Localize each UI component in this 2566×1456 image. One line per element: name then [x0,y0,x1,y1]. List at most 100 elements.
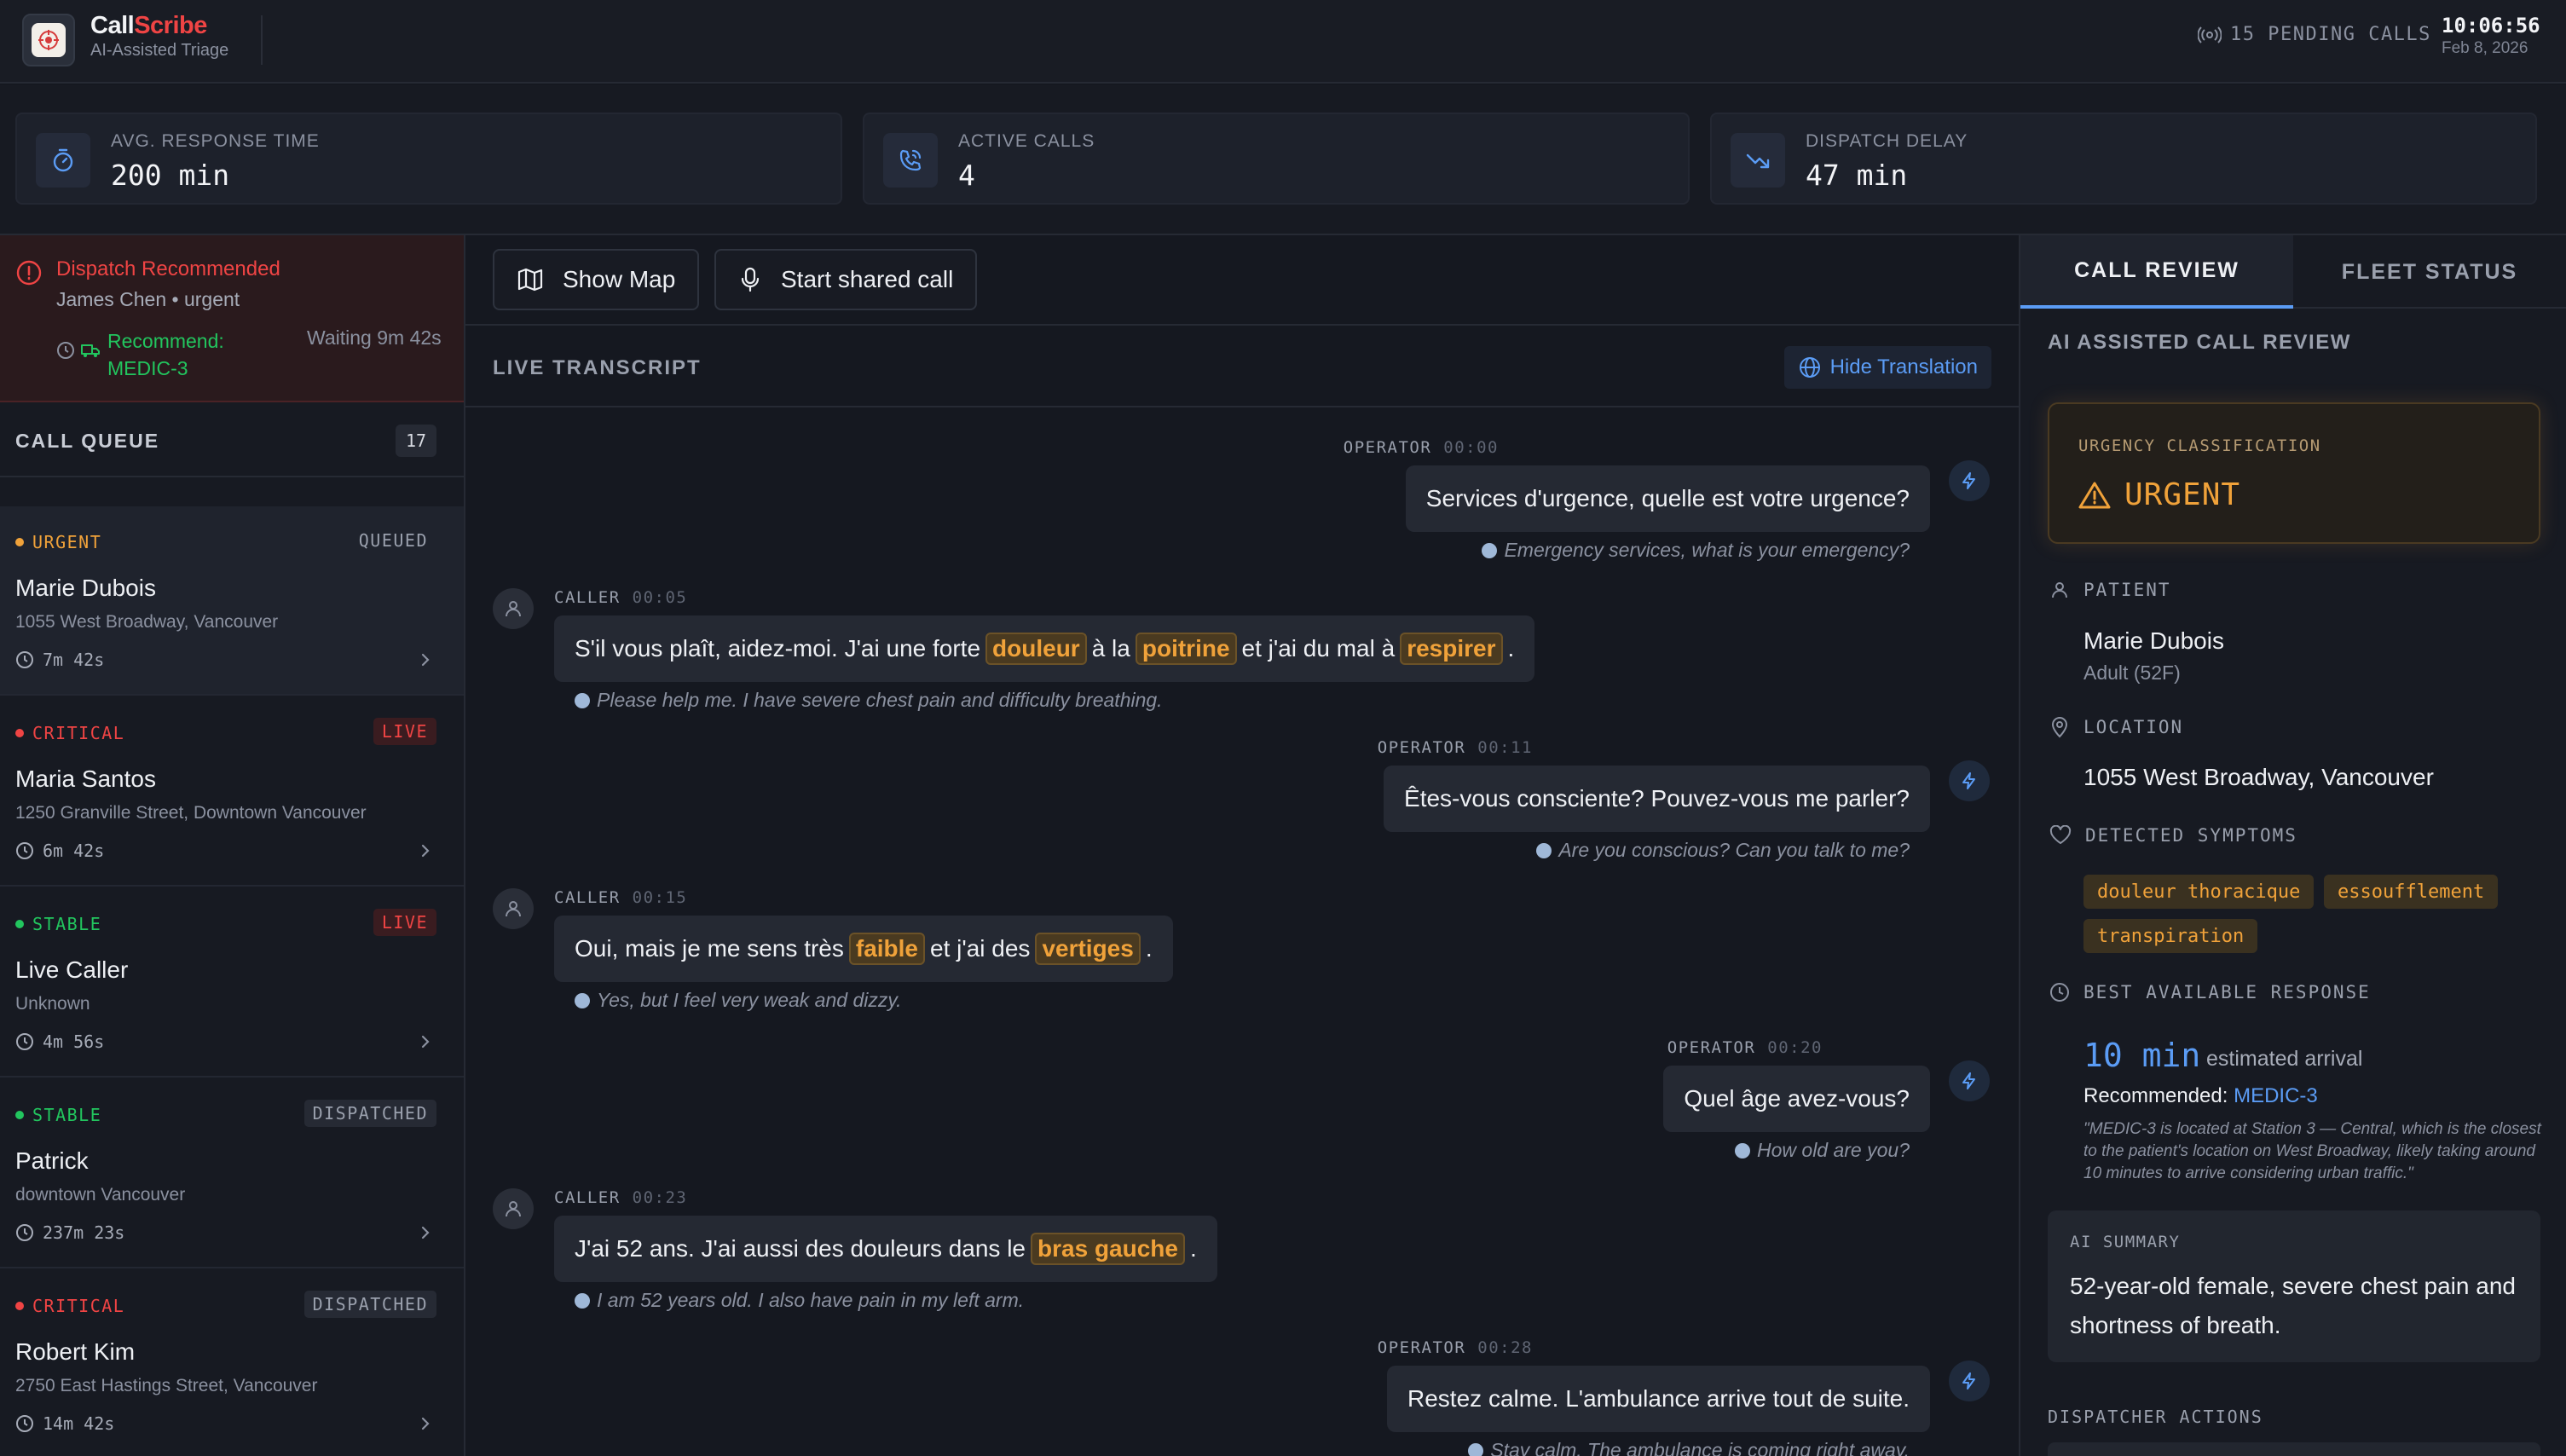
recommended-unit-link[interactable]: MEDIC-3 [2234,1084,2318,1107]
microphone-icon [738,266,762,293]
message-meta: OPERATOR 00:20 [1667,1038,1823,1057]
start-shared-call-button[interactable]: Start shared call [714,249,978,310]
chevron-right-icon [419,1033,431,1050]
caller-name: Live Caller [15,956,129,983]
call-queue-title: CALL QUEUE [15,430,160,452]
symptom-highlight: faible [848,933,926,965]
caller-message: Oui, mais je me sens très faible et j'ai d… [554,916,1173,982]
stat-value: 47 min [1806,159,1908,192]
message-meta: CALLER 00:15 [554,888,688,907]
stat-dispatch-delay: DISPATCH DELAY 47 min [1710,113,2537,205]
queue-item-marie-dubois[interactable]: URGENT QUEUED Marie Dubois 1055 West Bro… [0,506,464,696]
symptom-highlight: douleur [985,633,1087,665]
globe-icon [1468,1442,1484,1456]
broadcast-icon [2198,26,2222,44]
map-pin-icon [2049,716,2070,738]
severity-badge: CRITICAL [15,723,124,743]
globe-icon [575,692,590,708]
status-badge: DISPATCHED [303,1291,436,1318]
queue-item-maria-santos[interactable]: CRITICAL LIVE Maria Santos 1250 Granvill… [0,697,464,887]
clock-icon [15,1032,34,1051]
clock-icon [15,650,34,669]
call-duration: 6m 42s [15,841,104,861]
tab-call-review[interactable]: CALL REVIEW [2020,235,2293,309]
message-meta: OPERATOR 00:11 [1377,738,1533,757]
dispatcher-action-button[interactable] [2048,1442,2540,1456]
chevron-right-icon [419,651,431,668]
stat-label: DISPATCH DELAY [1806,131,1968,151]
show-map-button[interactable]: Show Map [493,249,700,310]
message-translation: Are you conscious? Can you talk to me? [1536,839,1910,862]
queue-item-live-caller[interactable]: STABLE LIVE Live Caller Unknown 4m 56s [0,888,464,1078]
caller-address: 1055 West Broadway, Vancouver [15,612,279,632]
symptom-highlight: respirer [1400,633,1503,665]
brand-subtitle: AI-Assisted Triage [90,41,229,60]
bolt-icon[interactable] [1949,460,1990,501]
brand-name: CallScribe [90,12,207,39]
review-panel: CALL REVIEW FLEET STATUS AI ASSISTED CAL… [2019,235,2566,1456]
globe-icon [1482,542,1498,558]
stat-avg-response: AVG. RESPONSE TIME 200 min [15,113,842,205]
stat-label: ACTIVE CALLS [958,131,1095,151]
trending-down-icon [1731,133,1785,188]
caller-name: Maria Santos [15,766,156,792]
clock-icon [56,341,75,360]
caller-message: J'ai 52 ans. J'ai aussi des douleurs dan… [554,1216,1217,1282]
stat-active-calls: ACTIVE CALLS 4 [863,113,1690,205]
operator-message: Quel âge avez-vous? [1663,1066,1930,1132]
urgency-label: URGENCY CLASSIFICATION [2078,436,2321,455]
pending-calls-label: 15 PENDING CALLS [2230,24,2431,45]
call-duration: 7m 42s [15,650,104,670]
patient-section-header: PATIENT [2049,580,2171,600]
caller-name: Robert Kim [15,1338,136,1365]
operator-message: Services d'urgence, quelle est votre urg… [1405,465,1930,532]
urgency-card: URGENCY CLASSIFICATION URGENT [2048,402,2540,544]
transcript-header: LIVE TRANSCRIPT Hide Translation [465,326,2019,407]
recommendation-reason: "MEDIC-3 is located at Station 3 — Centr… [2083,1120,2541,1182]
hide-translation-button[interactable]: Hide Translation [1783,346,1991,389]
bolt-icon[interactable] [1949,1361,1990,1401]
message-meta: OPERATOR 00:28 [1377,1338,1533,1357]
left-panel: Dispatch Recommended James Chen • urgent… [0,235,465,1456]
queue-item-robert-kim[interactable]: CRITICAL DISPATCHED Robert Kim 2750 East… [0,1270,464,1456]
globe-icon [575,1292,590,1309]
top-bar: CallScribe AI-Assisted Triage 15 PENDING… [0,0,2566,84]
status-badge: QUEUED [358,530,428,551]
ai-summary-card: AI SUMMARY 52-year-old female, severe ch… [2048,1210,2540,1362]
pending-calls[interactable]: 15 PENDING CALLS [2198,24,2431,45]
hide-translation-label: Hide Translation [1829,355,1978,378]
clock-icon [15,1414,34,1433]
app-logo[interactable] [22,14,75,66]
call-duration: 4m 56s [15,1031,104,1052]
call-duration: 237m 23s [15,1222,124,1243]
patient-detail: Adult (52F) [2083,662,2181,684]
dispatch-alert[interactable]: Dispatch Recommended James Chen • urgent… [0,235,464,402]
bolt-icon[interactable] [1949,760,1990,801]
symptoms-section-header: DETECTED SYMPTOMS [2049,825,2297,846]
message-translation: Yes, but I feel very weak and dizzy. [575,989,902,1012]
response-time: 10 min [2083,1037,2201,1074]
chevron-right-icon [419,1224,431,1241]
caller-message: S'il vous plaît, aidez-moi. J'ai une for… [554,615,1535,682]
map-icon [517,267,544,292]
review-tabs: CALL REVIEW FLEET STATUS [2020,235,2566,309]
call-queue-header: CALL QUEUE 17 [0,404,464,477]
transcript-toolbar: Show Map Start shared call [465,235,2019,326]
heart-icon [2049,825,2072,846]
caller-address: downtown Vancouver [15,1185,186,1205]
caller-address: Unknown [15,994,90,1014]
transcript-title: LIVE TRANSCRIPT [493,356,702,379]
call-queue-count: 17 [396,425,436,457]
status-badge: LIVE [373,718,436,745]
symptom-highlight: poitrine [1135,633,1237,665]
queue-item-patrick[interactable]: STABLE DISPATCHED Patrick downtown Vanco… [0,1079,464,1268]
tab-fleet-status[interactable]: FLEET STATUS [2293,235,2566,309]
recommended-unit: Recommended: MEDIC-3 [2083,1084,2318,1107]
bolt-icon[interactable] [1949,1060,1990,1101]
caller-avatar-icon [493,588,534,629]
clock-icon [2049,982,2070,1002]
message-meta: CALLER 00:23 [554,1188,688,1207]
symptom-highlight: vertiges [1035,933,1141,965]
response-suffix: estimated arrival [2206,1047,2363,1071]
chevron-right-icon [419,842,431,859]
